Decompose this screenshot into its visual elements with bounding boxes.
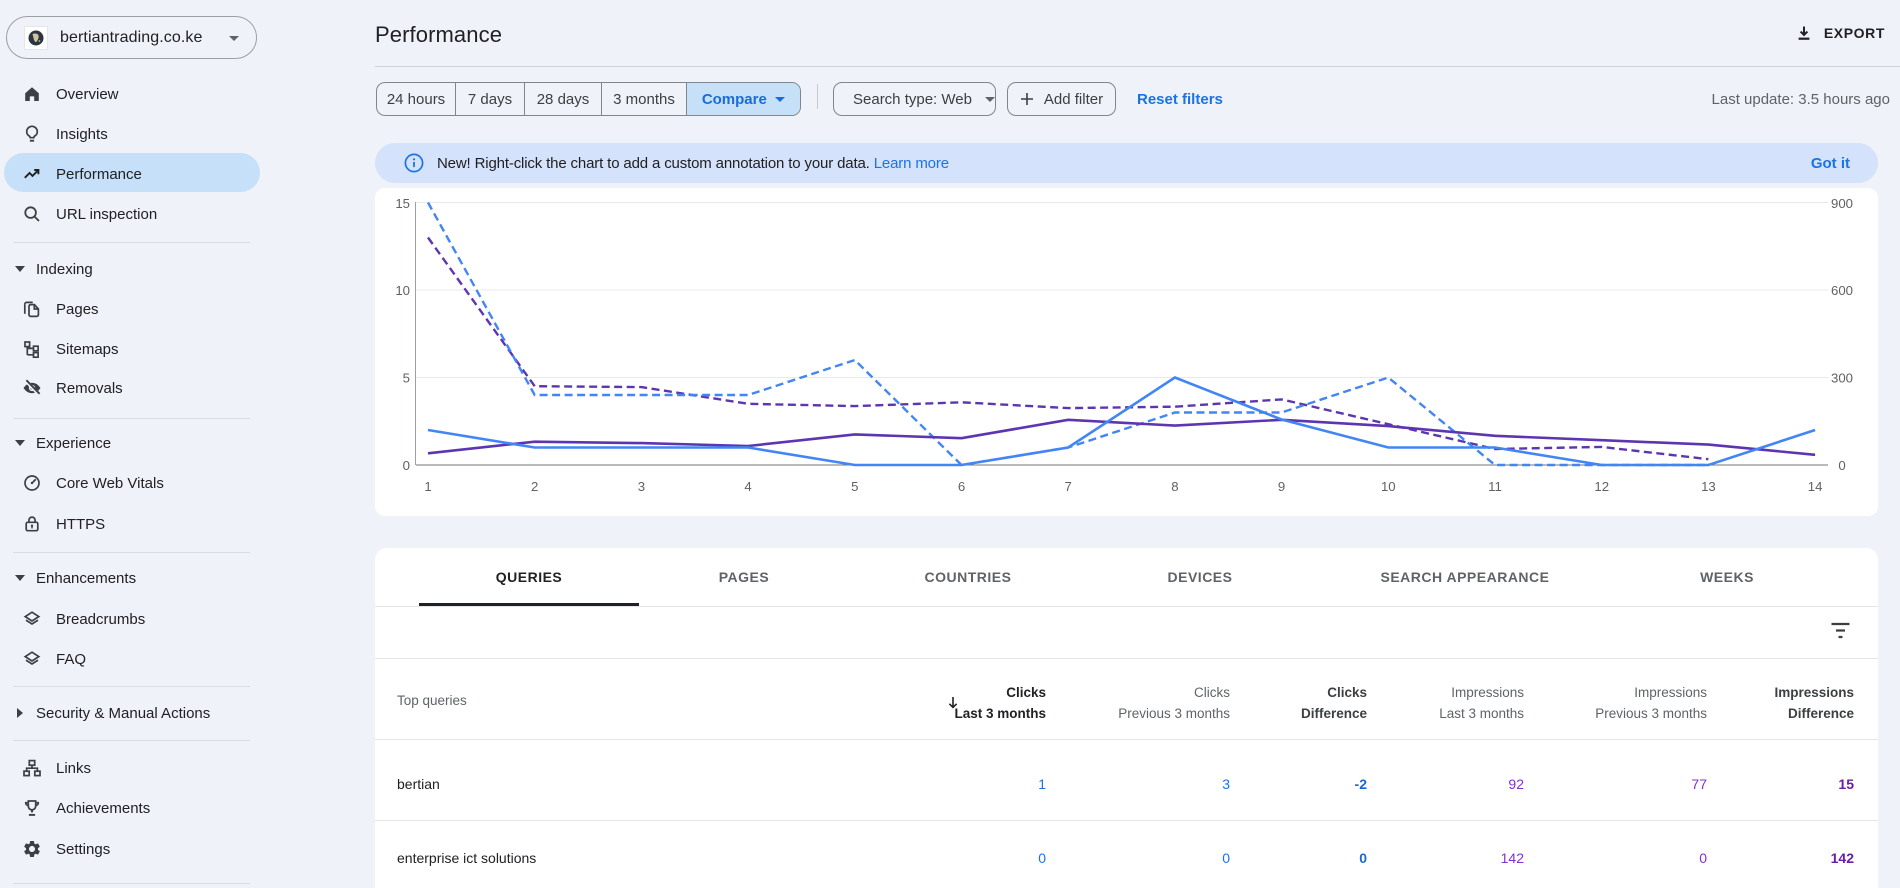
svg-text:15: 15 [395, 196, 410, 211]
svg-text:3: 3 [638, 479, 645, 494]
svg-text:10: 10 [395, 283, 410, 298]
svg-text:14: 14 [1808, 479, 1823, 494]
svg-text:5: 5 [403, 371, 410, 386]
svg-text:0: 0 [403, 458, 410, 473]
svg-text:12: 12 [1594, 479, 1609, 494]
svg-text:2: 2 [531, 479, 538, 494]
svg-text:13: 13 [1701, 479, 1716, 494]
svg-text:600: 600 [1831, 283, 1853, 298]
svg-text:11: 11 [1488, 479, 1502, 494]
svg-text:1: 1 [424, 479, 431, 494]
svg-text:900: 900 [1831, 196, 1853, 211]
svg-text:300: 300 [1831, 371, 1853, 386]
svg-text:6: 6 [958, 479, 965, 494]
svg-text:5: 5 [851, 479, 858, 494]
svg-text:8: 8 [1171, 479, 1178, 494]
svg-text:4: 4 [744, 479, 751, 494]
svg-text:10: 10 [1381, 479, 1396, 494]
svg-text:0: 0 [1838, 458, 1845, 473]
svg-text:7: 7 [1065, 479, 1072, 494]
svg-text:9: 9 [1278, 479, 1285, 494]
